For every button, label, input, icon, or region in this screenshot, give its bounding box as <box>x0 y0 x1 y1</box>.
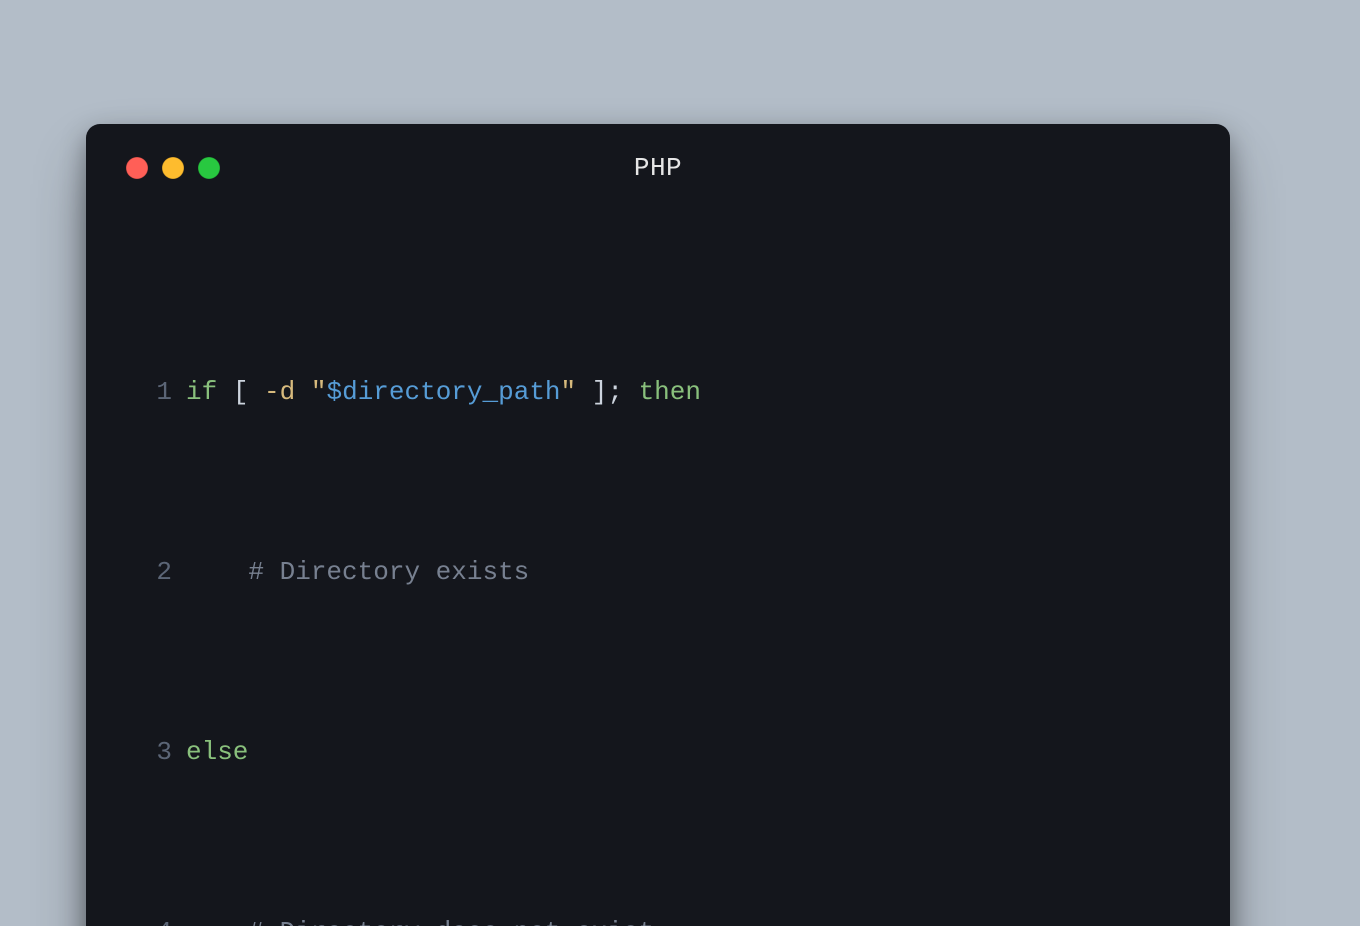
titlebar: PHP <box>126 154 1190 182</box>
code-line: 4 # Directory does not exist <box>126 914 1190 926</box>
line-number: 2 <box>126 554 186 590</box>
code-block: 1 if [ -d "$directory_path" ]; then 2 # … <box>126 230 1190 926</box>
close-icon[interactable] <box>126 157 148 179</box>
window-title: PHP <box>126 153 1190 183</box>
minimize-icon[interactable] <box>162 157 184 179</box>
code-text: # Directory exists <box>186 554 529 590</box>
zoom-icon[interactable] <box>198 157 220 179</box>
code-text: if [ -d "$directory_path" ]; then <box>186 374 701 410</box>
traffic-lights <box>126 157 220 179</box>
code-line: 3 else <box>126 734 1190 770</box>
line-number: 1 <box>126 374 186 410</box>
code-window: PHP 1 if [ -d "$directory_path" ]; then … <box>86 124 1230 926</box>
code-line: 2 # Directory exists <box>126 554 1190 590</box>
code-text: # Directory does not exist <box>186 914 654 926</box>
code-text: else <box>186 734 248 770</box>
code-line: 1 if [ -d "$directory_path" ]; then <box>126 374 1190 410</box>
line-number: 4 <box>126 914 186 926</box>
line-number: 3 <box>126 734 186 770</box>
